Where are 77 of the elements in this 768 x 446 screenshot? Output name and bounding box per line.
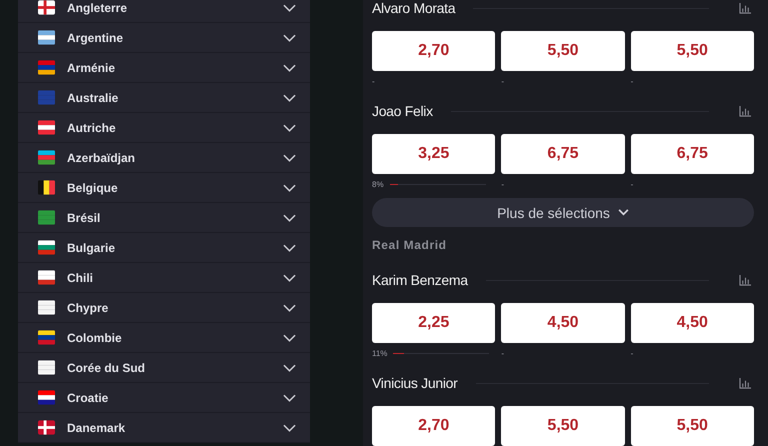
country-item[interactable]: Chypre bbox=[18, 293, 310, 323]
odds-button[interactable]: 4,50 bbox=[501, 303, 625, 343]
flag-icon bbox=[38, 390, 55, 405]
country-item[interactable]: Brésil bbox=[18, 203, 310, 233]
player-name: Joao Felix bbox=[372, 103, 433, 119]
country-item[interactable]: Bulgarie bbox=[18, 233, 310, 263]
chevron-down-icon bbox=[283, 364, 296, 372]
country-item[interactable]: Angleterre bbox=[18, 0, 310, 23]
percentage-label: - bbox=[630, 348, 634, 358]
flag-icon bbox=[38, 0, 55, 15]
country-item[interactable]: Australie bbox=[18, 83, 310, 113]
team-heading: Real Madrid bbox=[372, 237, 448, 253]
chevron-down-icon bbox=[283, 124, 296, 132]
country-item[interactable]: Autriche bbox=[18, 113, 310, 143]
country-item[interactable]: Belgique bbox=[18, 173, 310, 203]
flag-icon bbox=[38, 30, 55, 45]
country-item[interactable]: Chili bbox=[18, 263, 310, 293]
flag-icon bbox=[38, 60, 55, 75]
percentage-label: - bbox=[630, 180, 634, 188]
country-item[interactable]: Corée du Sud bbox=[18, 353, 310, 383]
country-item[interactable]: Danemark bbox=[18, 413, 310, 443]
percentage-label: - bbox=[372, 76, 375, 86]
percentage-label: - bbox=[501, 76, 504, 86]
odds-button[interactable]: 5,50 bbox=[501, 31, 625, 71]
odds-button[interactable]: 6,75 bbox=[501, 134, 625, 174]
percentage-label: 8% bbox=[372, 180, 384, 188]
chevron-down-icon bbox=[283, 34, 296, 42]
percentage-label: - bbox=[501, 180, 504, 188]
odds-button[interactable]: 5,50 bbox=[630, 406, 754, 446]
bar-chart-icon[interactable] bbox=[739, 106, 752, 116]
odds-button[interactable]: 5,50 bbox=[630, 31, 754, 71]
odds-button[interactable]: 2,25 bbox=[372, 303, 496, 343]
odds-button[interactable]: 2,70 bbox=[372, 31, 496, 71]
chevron-down-icon bbox=[283, 4, 296, 12]
country-item[interactable]: Argentine bbox=[18, 23, 310, 53]
chevron-down-icon bbox=[283, 184, 296, 192]
flag-icon bbox=[38, 270, 55, 285]
percentage-label: - bbox=[501, 348, 504, 358]
chevron-down-icon bbox=[283, 94, 296, 102]
odds-button[interactable]: 6,75 bbox=[630, 134, 754, 174]
flag-icon bbox=[38, 90, 55, 105]
odds-button[interactable]: 3,25 bbox=[372, 134, 496, 174]
country-item[interactable]: Arménie bbox=[18, 53, 310, 83]
flag-icon bbox=[38, 210, 55, 225]
more-selections-button[interactable]: Plus de sélections bbox=[372, 198, 754, 227]
country-item[interactable]: Croatie bbox=[18, 383, 310, 413]
flag-icon bbox=[38, 330, 55, 345]
flag-icon bbox=[38, 360, 55, 375]
flag-icon bbox=[38, 180, 55, 195]
player-name: Vinicius Junior bbox=[372, 375, 458, 391]
percentage-label: 11% bbox=[372, 348, 388, 358]
odds-button[interactable]: 2,70 bbox=[372, 406, 496, 446]
chevron-down-icon bbox=[283, 154, 296, 162]
chevron-down-icon bbox=[283, 334, 296, 342]
chevron-down-icon bbox=[283, 214, 296, 222]
odds-button[interactable]: 5,50 bbox=[501, 406, 625, 446]
player-name: Karim Benzema bbox=[372, 272, 468, 288]
flag-icon bbox=[38, 300, 55, 315]
chevron-down-icon bbox=[283, 244, 296, 252]
bar-chart-icon[interactable] bbox=[739, 274, 752, 286]
player-name: Alvaro Morata bbox=[372, 0, 456, 16]
chevron-down-icon bbox=[283, 304, 296, 312]
chevron-down-icon bbox=[283, 424, 296, 432]
chevron-down-icon bbox=[283, 64, 296, 72]
odds-button[interactable]: 4,50 bbox=[630, 303, 754, 343]
country-item[interactable]: Colombie bbox=[18, 323, 310, 353]
flag-icon bbox=[38, 420, 55, 435]
percentage-label: - bbox=[630, 76, 634, 86]
flag-icon bbox=[38, 150, 55, 165]
chevron-down-icon bbox=[618, 209, 629, 216]
chevron-down-icon bbox=[283, 274, 296, 282]
bar-chart-icon[interactable] bbox=[739, 378, 752, 388]
country-item[interactable]: Azerbaïdjan bbox=[18, 143, 310, 173]
chevron-down-icon bbox=[283, 394, 296, 402]
flag-icon bbox=[38, 240, 55, 255]
flag-icon bbox=[38, 120, 55, 135]
bar-chart-icon[interactable] bbox=[739, 2, 752, 14]
